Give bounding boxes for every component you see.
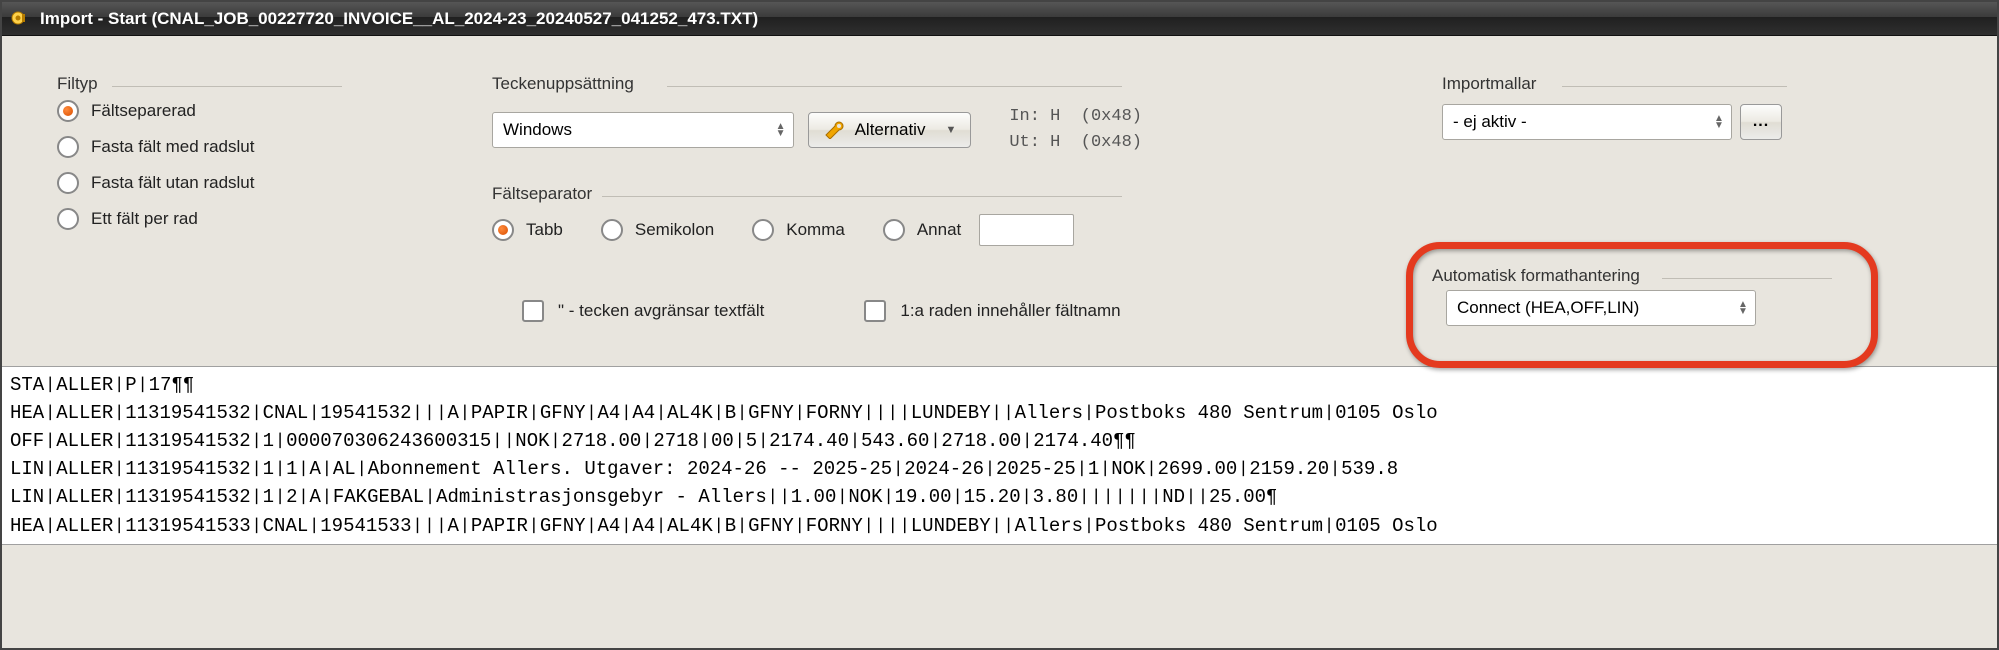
filtyp-radio-label: Ett fält per rad: [91, 209, 198, 229]
filtyp-radio-fasta-radslut[interactable]: Fasta fält med radslut: [57, 136, 357, 158]
filtyp-radio-label: Fasta fält med radslut: [91, 137, 254, 157]
separator-radio-label: Annat: [917, 220, 961, 240]
filtyp-radio-label: Fältseparerad: [91, 101, 196, 121]
radio-icon: [492, 219, 514, 241]
radio-icon: [57, 100, 79, 122]
spinner-icon[interactable]: ▲▼: [1711, 115, 1727, 129]
autoformat-group: Automatisk formathantering Connect (HEA,…: [1432, 266, 1847, 340]
separator-radio-annat[interactable]: Annat: [883, 219, 961, 241]
options-panel: Filtyp Fältseparerad Fasta fält med rads…: [2, 36, 1997, 366]
checkbox-icon: [864, 300, 886, 322]
preview-line: STA❘ALLER❘P❘17¶¶: [10, 371, 1989, 399]
filtyp-radio-ett-falt[interactable]: Ett fält per rad: [57, 208, 357, 230]
alternativ-label: Alternativ: [855, 120, 926, 140]
first-row-names-checkbox[interactable]: 1:a raden innehåller fältnamn: [864, 300, 1120, 322]
first-row-names-label: 1:a raden innehåller fältnamn: [900, 301, 1120, 321]
wrench-icon: [823, 121, 845, 139]
filtyp-radio-label: Fasta fält utan radslut: [91, 173, 254, 193]
autoformat-value: Connect (HEA,OFF,LIN): [1457, 298, 1735, 318]
filtyp-group: Filtyp Fältseparerad Fasta fält med rads…: [57, 86, 357, 244]
window-titlebar: Import - Start (CNAL_JOB_00227720_INVOIC…: [2, 2, 1997, 36]
in-out-display: In: H (0x48) Ut: H (0x48): [1009, 104, 1142, 157]
separator-radio-label: Semikolon: [635, 220, 714, 240]
charset-group: Teckenuppsättning Windows ▲▼ Alternativ …: [492, 86, 1142, 157]
autoformat-select[interactable]: Connect (HEA,OFF,LIN) ▲▼: [1446, 290, 1756, 326]
spinner-icon[interactable]: ▲▼: [773, 123, 789, 137]
preview-line: HEA❘ALLER❘11319541533❘CNAL❘19541533❘❘❘A❘…: [10, 512, 1989, 540]
window-title: Import - Start (CNAL_JOB_00227720_INVOIC…: [40, 9, 758, 29]
separator-radio-label: Tabb: [526, 220, 563, 240]
annat-separator-input[interactable]: [979, 214, 1074, 246]
faltseparator-group: Fältseparator Tabb Semikolon Komma Annat: [492, 196, 1122, 246]
filtyp-radio-faltseparerad[interactable]: Fältseparerad: [57, 100, 357, 122]
preview-line: LIN❘ALLER❘11319541532❘1❘2❘A❘FAKGEBAL❘Adm…: [10, 483, 1989, 511]
importmallar-browse-button[interactable]: ...: [1740, 104, 1782, 140]
chevron-down-icon: ▼: [945, 124, 956, 136]
radio-icon: [752, 219, 774, 241]
radio-icon: [883, 219, 905, 241]
importmallar-legend: Importmallar: [1442, 74, 1544, 94]
encoding-select[interactable]: Windows ▲▼: [492, 112, 794, 148]
autoformat-legend: Automatisk formathantering: [1432, 266, 1648, 286]
separator-radio-semikolon[interactable]: Semikolon: [601, 219, 714, 241]
separator-radio-label: Komma: [786, 220, 845, 240]
preview-line: LIN❘ALLER❘11319541532❘1❘1❘A❘AL❘Abonnemen…: [10, 455, 1989, 483]
radio-icon: [57, 136, 79, 158]
importmallar-group: Importmallar - ej aktiv - ▲▼ ...: [1442, 86, 1842, 140]
filtyp-radio-fasta-utan[interactable]: Fasta fält utan radslut: [57, 172, 357, 194]
separator-radio-komma[interactable]: Komma: [752, 219, 845, 241]
preview-line: OFF❘ALLER❘11319541532❘1❘0000703062436003…: [10, 427, 1989, 455]
importmallar-value: - ej aktiv -: [1453, 112, 1711, 132]
checkbox-icon: [522, 300, 544, 322]
radio-icon: [57, 172, 79, 194]
faltseparator-legend: Fältseparator: [492, 184, 600, 204]
app-icon: [10, 8, 32, 30]
radio-icon: [57, 208, 79, 230]
quote-delim-checkbox[interactable]: " - tecken avgränsar textfält: [522, 300, 764, 322]
separator-radio-tabb[interactable]: Tabb: [492, 219, 563, 241]
data-preview-pane: STA❘ALLER❘P❘17¶¶HEA❘ALLER❘11319541532❘CN…: [2, 366, 1997, 545]
quote-delim-label: " - tecken avgränsar textfält: [558, 301, 764, 321]
spinner-icon[interactable]: ▲▼: [1735, 301, 1751, 315]
preview-line: HEA❘ALLER❘11319541532❘CNAL❘19541532❘❘❘A❘…: [10, 399, 1989, 427]
charset-legend: Teckenuppsättning: [492, 74, 642, 94]
encoding-value: Windows: [503, 120, 773, 140]
importmallar-select[interactable]: - ej aktiv - ▲▼: [1442, 104, 1732, 140]
filtyp-legend: Filtyp: [57, 74, 106, 94]
alternativ-button[interactable]: Alternativ ▼: [808, 112, 972, 148]
radio-icon: [601, 219, 623, 241]
